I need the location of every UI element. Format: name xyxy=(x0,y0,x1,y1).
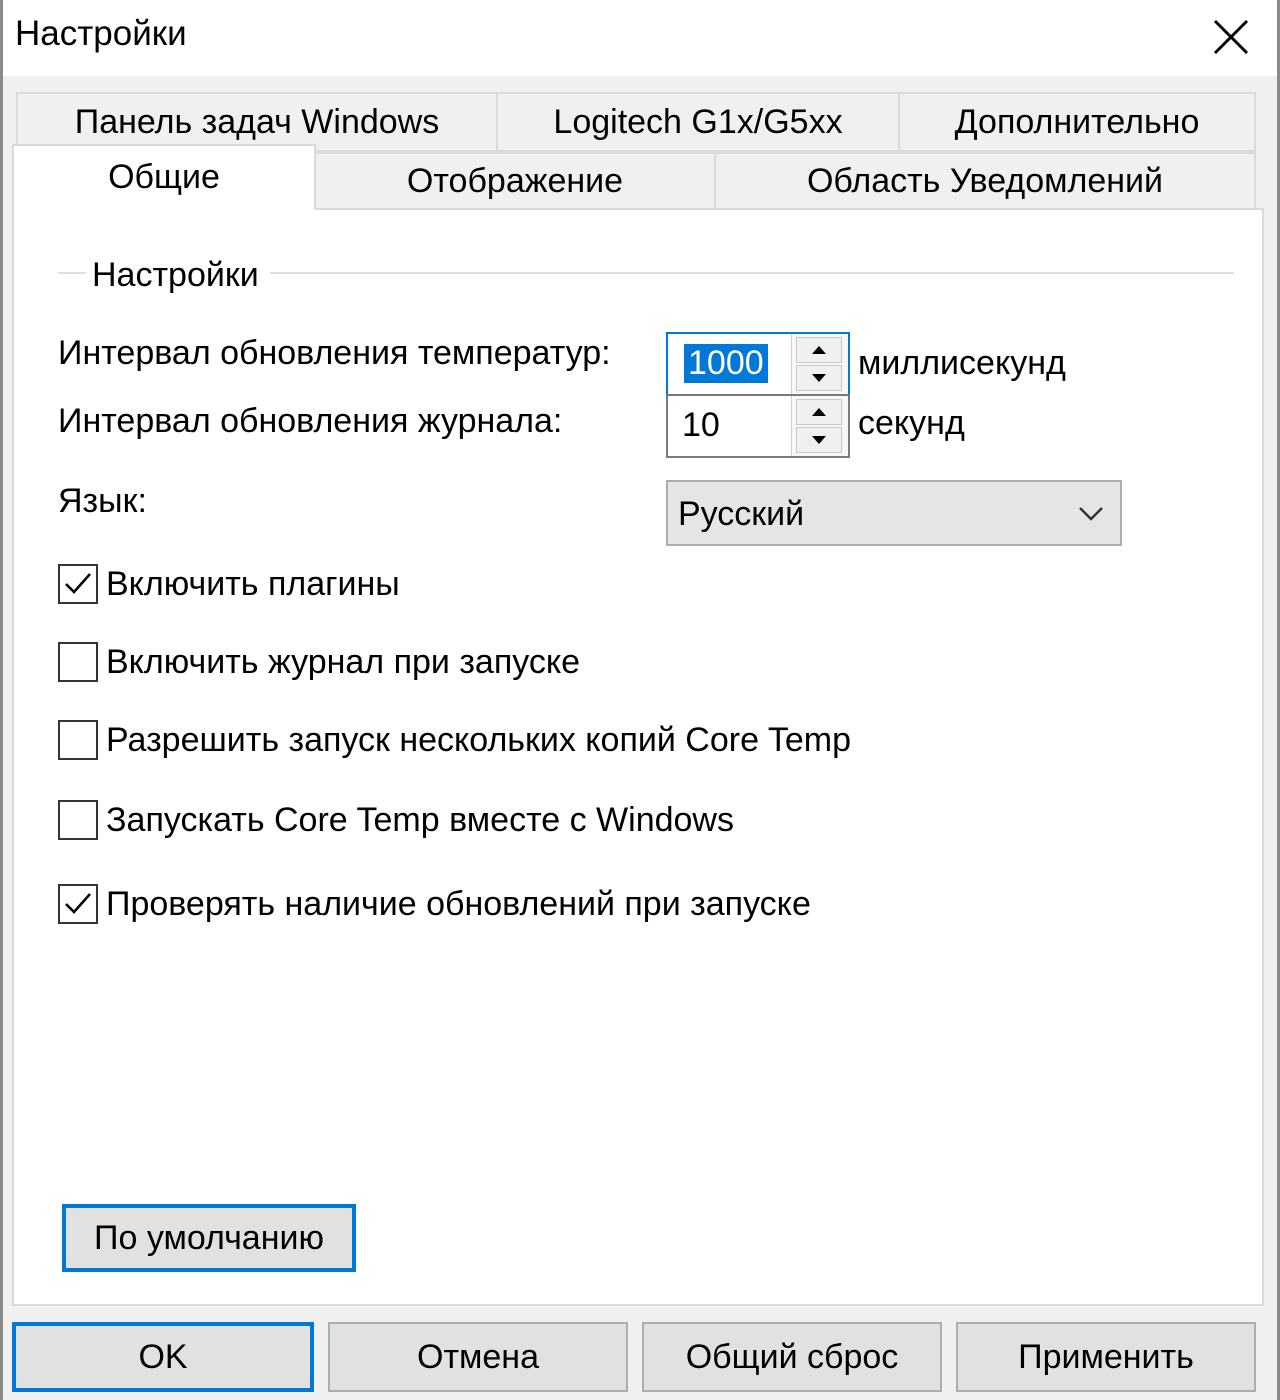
arrow-up-icon xyxy=(812,408,826,416)
checkbox-label: Включить журнал при запуске xyxy=(106,642,581,681)
log-interval-unit: секунд xyxy=(858,404,965,442)
log-interval-label: Интервал обновления журнала: xyxy=(58,402,563,440)
tab-advanced[interactable]: Дополнительно xyxy=(898,92,1256,152)
temp-interval-increment-button[interactable] xyxy=(796,337,842,363)
temp-interval-spin-buttons xyxy=(791,334,848,394)
checkbox-allow-multiple-instances[interactable]: Разрешить запуск нескольких копий Core T… xyxy=(58,718,851,762)
tab-label: Панель задач Windows xyxy=(74,102,440,141)
checkbox-box[interactable] xyxy=(58,564,98,604)
checkbox-label: Проверять наличие обновлений при запуске xyxy=(106,884,811,923)
window-border-left xyxy=(0,0,3,1400)
checkbox-box[interactable] xyxy=(58,800,98,840)
log-interval-increment-button[interactable] xyxy=(796,399,842,425)
language-label: Язык: xyxy=(58,482,147,520)
arrow-up-icon xyxy=(812,346,826,354)
chevron-down-icon xyxy=(1079,507,1103,521)
log-interval-spin-buttons xyxy=(791,396,848,456)
tab-general[interactable]: Общие xyxy=(12,144,316,210)
tab-label: Общие xyxy=(108,158,220,196)
checkbox-start-with-windows[interactable]: Запускать Core Temp вместе с Windows xyxy=(58,798,734,842)
log-interval-input[interactable]: 10 xyxy=(682,406,720,445)
apply-button[interactable]: Применить xyxy=(956,1322,1256,1392)
tab-label: Область Уведомлений xyxy=(806,161,1164,200)
checkbox-label: Запускать Core Temp вместе с Windows xyxy=(106,800,734,839)
temp-interval-unit: миллисекунд xyxy=(858,344,1066,382)
temp-interval-label: Интервал обновления температур: xyxy=(58,334,611,372)
reset-all-label: Общий сброс xyxy=(685,1337,899,1376)
settings-dialog: Настройки Панель задач Windows Logitech … xyxy=(0,0,1280,1400)
checkmark-icon xyxy=(65,573,91,594)
tab-taskbar[interactable]: Панель задач Windows xyxy=(16,92,498,152)
group-title: Настройки xyxy=(86,256,265,295)
arrow-down-icon xyxy=(812,436,826,444)
window-title: Настройки xyxy=(15,14,187,53)
tab-label: Дополнительно xyxy=(954,102,1200,141)
cancel-button[interactable]: Отмена xyxy=(328,1322,628,1392)
language-select-value: Русский xyxy=(678,495,805,533)
tab-label: Отображение xyxy=(406,161,624,200)
checkbox-label: Включить плагины xyxy=(106,564,400,603)
restore-defaults-button[interactable]: По умолчанию xyxy=(62,1204,356,1272)
general-tab-page: Настройки Интервал обновления температур… xyxy=(12,208,1264,1306)
title-bar[interactable]: Настройки xyxy=(3,0,1277,76)
arrow-down-icon xyxy=(812,374,826,382)
apply-label: Применить xyxy=(1018,1337,1194,1376)
language-select[interactable]: Русский xyxy=(666,480,1122,546)
tab-notification-area[interactable]: Область Уведомлений xyxy=(714,152,1256,210)
log-interval-decrement-button[interactable] xyxy=(796,427,842,453)
checkbox-enable-plugins[interactable]: Включить плагины xyxy=(58,562,400,606)
tab-label: Logitech G1x/G5xx xyxy=(553,102,843,141)
cancel-label: Отмена xyxy=(417,1337,539,1376)
restore-defaults-label: По умолчанию xyxy=(94,1218,324,1257)
close-button[interactable] xyxy=(1195,4,1267,70)
checkbox-check-updates[interactable]: Проверять наличие обновлений при запуске xyxy=(58,882,811,926)
ok-label: OK xyxy=(138,1337,188,1376)
tab-logitech[interactable]: Logitech G1x/G5xx xyxy=(496,92,900,152)
temp-interval-input[interactable]: 1000 xyxy=(684,344,768,383)
checkbox-box[interactable] xyxy=(58,642,98,682)
checkbox-box[interactable] xyxy=(58,884,98,924)
temp-interval-spinner[interactable]: 1000 xyxy=(666,332,850,396)
checkbox-enable-log-on-startup[interactable]: Включить журнал при запуске xyxy=(58,640,580,684)
ok-button[interactable]: OK xyxy=(12,1322,314,1392)
temp-interval-decrement-button[interactable] xyxy=(796,365,842,391)
checkbox-box[interactable] xyxy=(58,720,98,760)
tab-display[interactable]: Отображение xyxy=(314,152,716,210)
log-interval-spinner[interactable]: 10 xyxy=(666,394,850,458)
checkmark-icon xyxy=(65,893,91,914)
reset-all-button[interactable]: Общий сброс xyxy=(642,1322,942,1392)
close-icon xyxy=(1213,19,1249,55)
checkbox-label: Разрешить запуск нескольких копий Core T… xyxy=(106,720,851,759)
group-separator-right xyxy=(270,272,1234,274)
